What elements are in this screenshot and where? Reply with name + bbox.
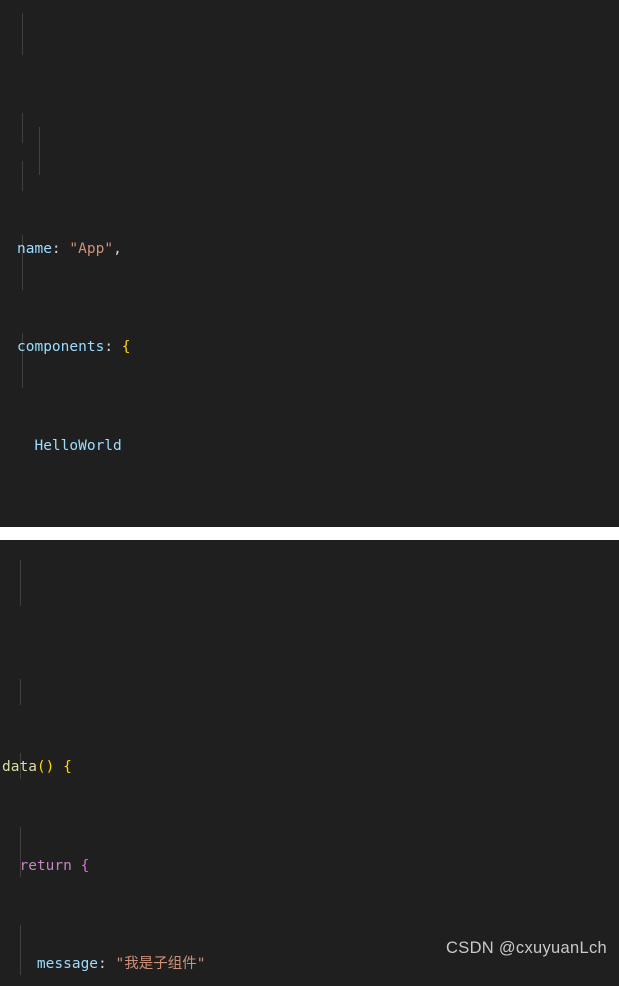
code-line: name: "App", [17, 240, 122, 257]
indent-guide [22, 161, 23, 191]
indent-guide [22, 13, 23, 55]
indent-guide [22, 113, 23, 143]
indent-guide [20, 560, 21, 606]
screenshot-root: name: "App", components: { HelloWorld },… [0, 0, 619, 986]
code-text-child-component[interactable]: data() { return { message: "我是子组件" }; },… [0, 540, 619, 986]
code-line: components: { [17, 339, 131, 356]
code-text-parent-component[interactable]: name: "App", components: { HelloWorld },… [0, 0, 619, 527]
code-line: return { [19, 857, 90, 874]
code-line: data() { [2, 759, 72, 776]
indent-guide [20, 679, 21, 705]
code-line: message: "我是子组件" [36, 956, 206, 973]
indent-guide [39, 127, 40, 175]
code-panel-parent-component: name: "App", components: { HelloWorld },… [0, 0, 619, 527]
code-panel-child-component: data() { return { message: "我是子组件" }; },… [0, 540, 619, 986]
code-line: HelloWorld [34, 437, 122, 454]
